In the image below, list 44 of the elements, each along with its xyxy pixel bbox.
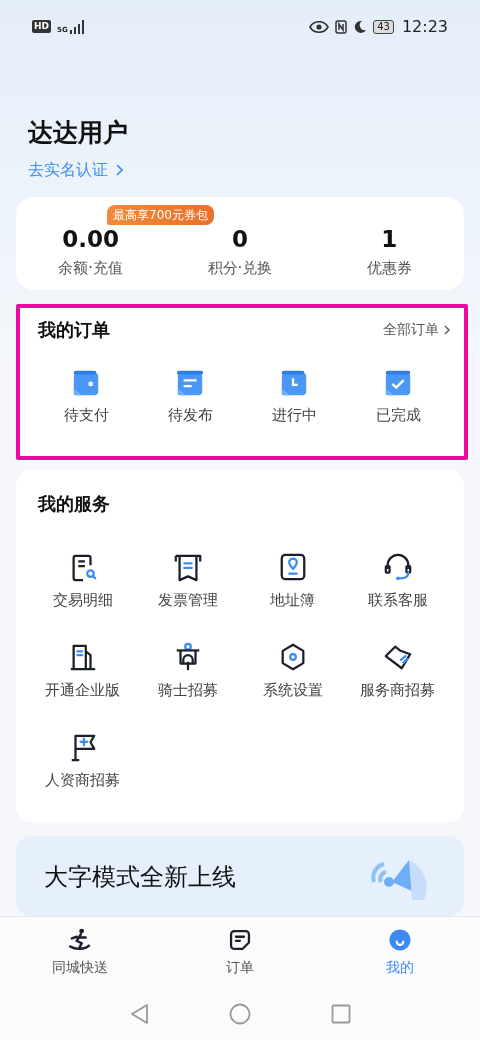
stat-label[interactable]: 积分·兑换 — [207, 258, 273, 278]
headset-icon — [382, 552, 413, 583]
service-item[interactable]: 人资商招募 — [45, 771, 120, 791]
smiley-icon — [387, 927, 413, 953]
service-item[interactable]: 服务商招募 — [360, 681, 435, 701]
eye-icon — [309, 20, 330, 33]
stat-value[interactable]: 0 — [232, 224, 248, 253]
recents-icon[interactable] — [331, 1004, 351, 1024]
stat-label[interactable]: 优惠券 — [366, 258, 412, 278]
user-name: 达达用户 — [28, 116, 128, 149]
chevron-icon — [444, 325, 450, 336]
clock-time: 12:23 — [401, 17, 448, 37]
order-status-item[interactable]: 进行中 — [271, 406, 317, 426]
service-item[interactable]: 骑士招募 — [157, 681, 218, 701]
service-item[interactable]: 联系客服 — [367, 591, 428, 611]
all-orders-link[interactable]: 全部订单 — [383, 321, 450, 340]
stat-value[interactable]: 1 — [381, 224, 398, 253]
home-icon[interactable] — [229, 1003, 251, 1025]
service-item[interactable]: 发票管理 — [157, 591, 218, 611]
banner-title: 大字模式全新上线 — [44, 862, 236, 892]
hd-badge: HD — [32, 20, 51, 34]
tab[interactable]: 订单 — [222, 927, 258, 988]
battery-indicator: 43 — [373, 19, 394, 34]
runner-icon — [67, 927, 93, 953]
nfc-icon — [335, 19, 348, 34]
signal-icon — [69, 19, 86, 34]
section-title: 我的订单 — [38, 318, 110, 343]
section-title: 我的服务 — [38, 492, 110, 517]
promo-badge: 最高享700元券包 — [107, 204, 214, 225]
stat-value[interactable]: 0.00 — [62, 224, 120, 253]
invoice-icon — [172, 552, 203, 583]
service-item[interactable]: 系统设置 — [262, 681, 323, 701]
order-status-item[interactable]: 待发布 — [167, 406, 213, 426]
order-status-item[interactable]: 待支付 — [63, 406, 109, 426]
back-icon[interactable] — [129, 1003, 149, 1025]
moon-icon — [353, 19, 368, 34]
stat-label[interactable]: 余额·充值 — [58, 258, 124, 278]
service-item[interactable]: 交易明细 — [52, 591, 113, 611]
chevron-icon — [116, 164, 123, 177]
service-item[interactable]: 开通企业版 — [45, 681, 120, 701]
order-status-item[interactable]: 已完成 — [375, 406, 421, 426]
order-icon — [227, 927, 253, 953]
service-item[interactable]: 地址簿 — [270, 591, 315, 611]
tab[interactable]: 同城快送 — [48, 927, 112, 988]
